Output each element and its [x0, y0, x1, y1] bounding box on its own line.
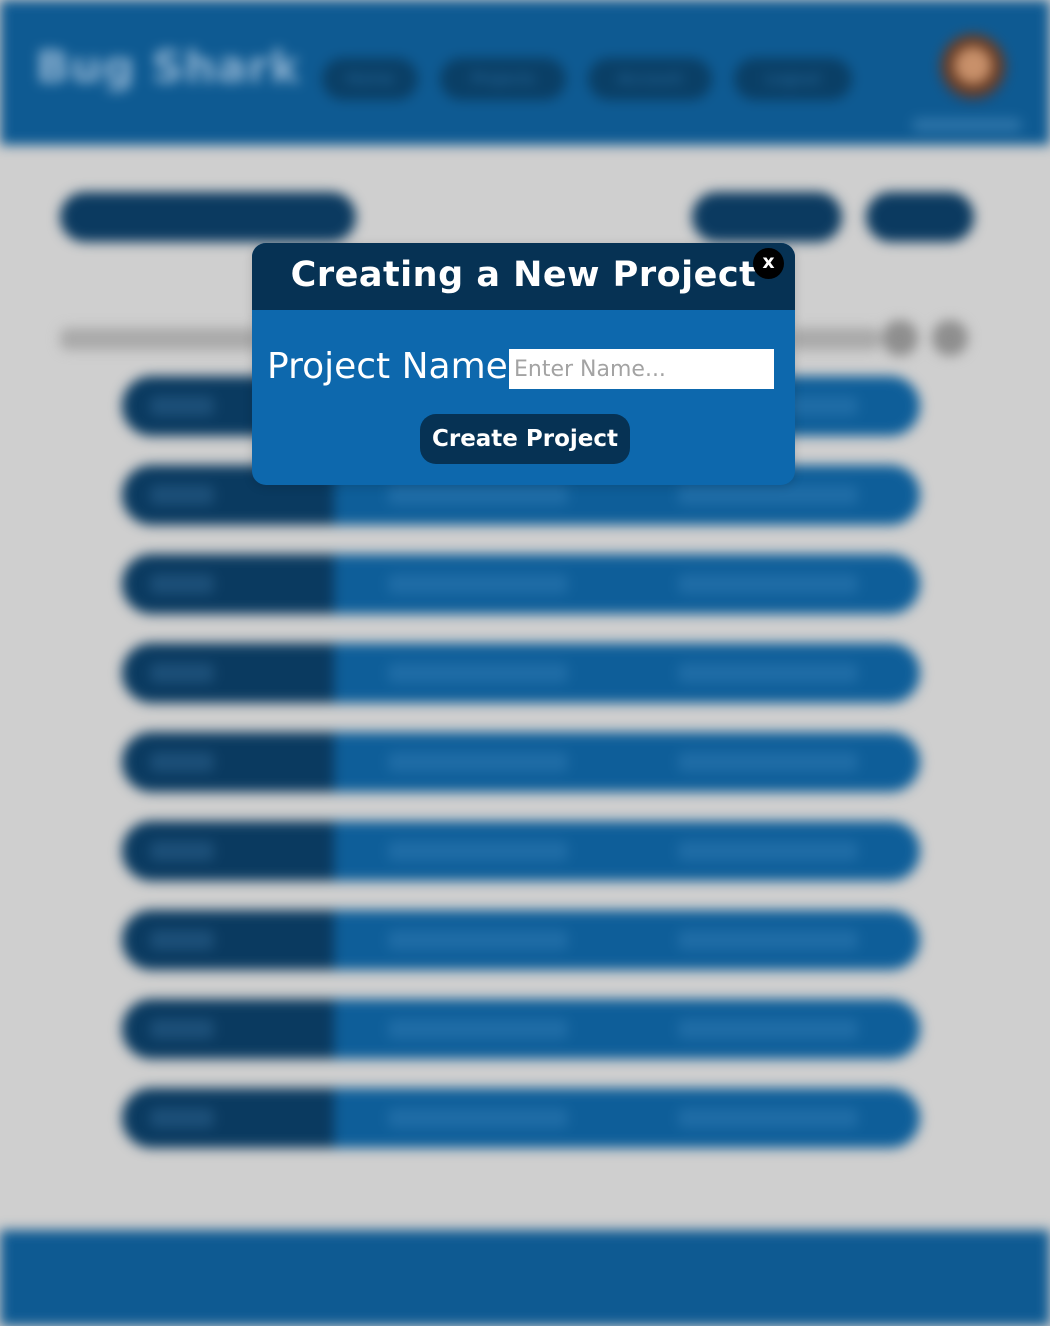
- sort-label: [60, 328, 260, 350]
- pagination-dot: [932, 320, 968, 356]
- close-button[interactable]: x: [753, 248, 784, 279]
- blurred-background-app: Bug Shark Home Projects Account Logout: [0, 0, 1050, 1326]
- avatar: [938, 34, 1008, 104]
- project-name-label: Project Name:: [267, 346, 520, 387]
- new-project-modal: Creating a New Project x Project Name: C…: [252, 243, 795, 485]
- list-item: [122, 554, 920, 614]
- app-header: Bug Shark Home Projects Account Logout: [0, 0, 1050, 145]
- list-item: [122, 910, 920, 970]
- list-item: [122, 732, 920, 792]
- nav-projects: Projects: [440, 58, 566, 100]
- list-item: [122, 1088, 920, 1148]
- app-logo: Bug Shark: [36, 42, 301, 93]
- list-item: [122, 643, 920, 703]
- project-name-input[interactable]: [509, 349, 774, 389]
- nav-account: Account: [588, 58, 712, 100]
- nav-logout: Logout: [734, 58, 852, 100]
- avatar-caption: [912, 118, 1022, 132]
- list-item: [122, 821, 920, 881]
- search-bar: [60, 192, 356, 242]
- pagination-dot: [882, 320, 918, 356]
- modal-header: Creating a New Project x: [252, 243, 795, 310]
- sort-label: [790, 328, 880, 350]
- list-item: [122, 999, 920, 1059]
- toolbar-button: [866, 192, 974, 242]
- create-project-button[interactable]: Create Project: [420, 414, 630, 464]
- toolbar-button: [692, 192, 842, 242]
- nav-home: Home: [322, 58, 418, 100]
- app-footer: [0, 1230, 1050, 1326]
- modal-title: Creating a New Project: [290, 255, 757, 295]
